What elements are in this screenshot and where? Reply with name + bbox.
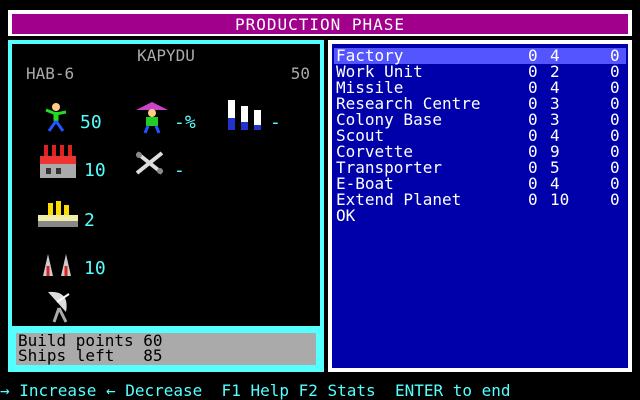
factories-value: 10 <box>84 160 106 181</box>
gold-value: 2 <box>84 210 95 231</box>
planet-name: KAPYDU <box>137 46 195 65</box>
list-item-extend-planet[interactable]: Extend Planet 0 10 0 <box>334 192 626 208</box>
ships-left: Ships left 85 <box>18 346 163 365</box>
ships-icon <box>43 254 71 276</box>
ok-button[interactable]: OK <box>334 208 626 224</box>
satellite-dish-icon <box>48 291 70 323</box>
build-list-panel: Factory 0 4 0 Work Unit 0 2 0 Missile 0 … <box>328 40 632 372</box>
tools-value: - <box>174 160 185 181</box>
ok-label: OK <box>336 206 356 225</box>
item-cost: 10 <box>550 190 570 209</box>
tax-rate-value: -% <box>174 112 196 133</box>
ships-value: 10 <box>84 258 106 279</box>
build-stats-box: Build points 60 Ships left 85 <box>12 330 320 368</box>
planet-info: KAPYDU HAB-6 50 50 -% - 10 - 2 10 <box>12 44 320 326</box>
storage-bars-icon <box>228 100 261 130</box>
title-frame: PRODUCTION PHASE <box>8 10 632 36</box>
item-ordered: 0 <box>610 190 620 209</box>
workers-value: 50 <box>80 112 102 133</box>
habitability-label: HAB-6 <box>26 64 75 83</box>
gold-bullion-icon <box>38 201 78 227</box>
build-list: Factory 0 4 0 Work Unit 0 2 0 Missile 0 … <box>332 44 628 368</box>
tax-collector-icon <box>136 102 168 134</box>
page-title: PRODUCTION PHASE <box>12 14 628 34</box>
population-value: 50 <box>290 64 310 83</box>
worker-icon <box>45 103 67 132</box>
build-stats: Build points 60 Ships left 85 <box>16 333 316 365</box>
planet-panel: KAPYDU HAB-6 50 50 -% - 10 - 2 10 Build … <box>8 40 324 372</box>
tools-icon <box>135 151 164 175</box>
item-count: 0 <box>528 190 538 209</box>
storage-value: - <box>270 112 281 133</box>
factory-icon <box>40 145 76 178</box>
key-help-bar: → Increase ← Decrease F1 Help F2 Stats E… <box>0 381 511 400</box>
